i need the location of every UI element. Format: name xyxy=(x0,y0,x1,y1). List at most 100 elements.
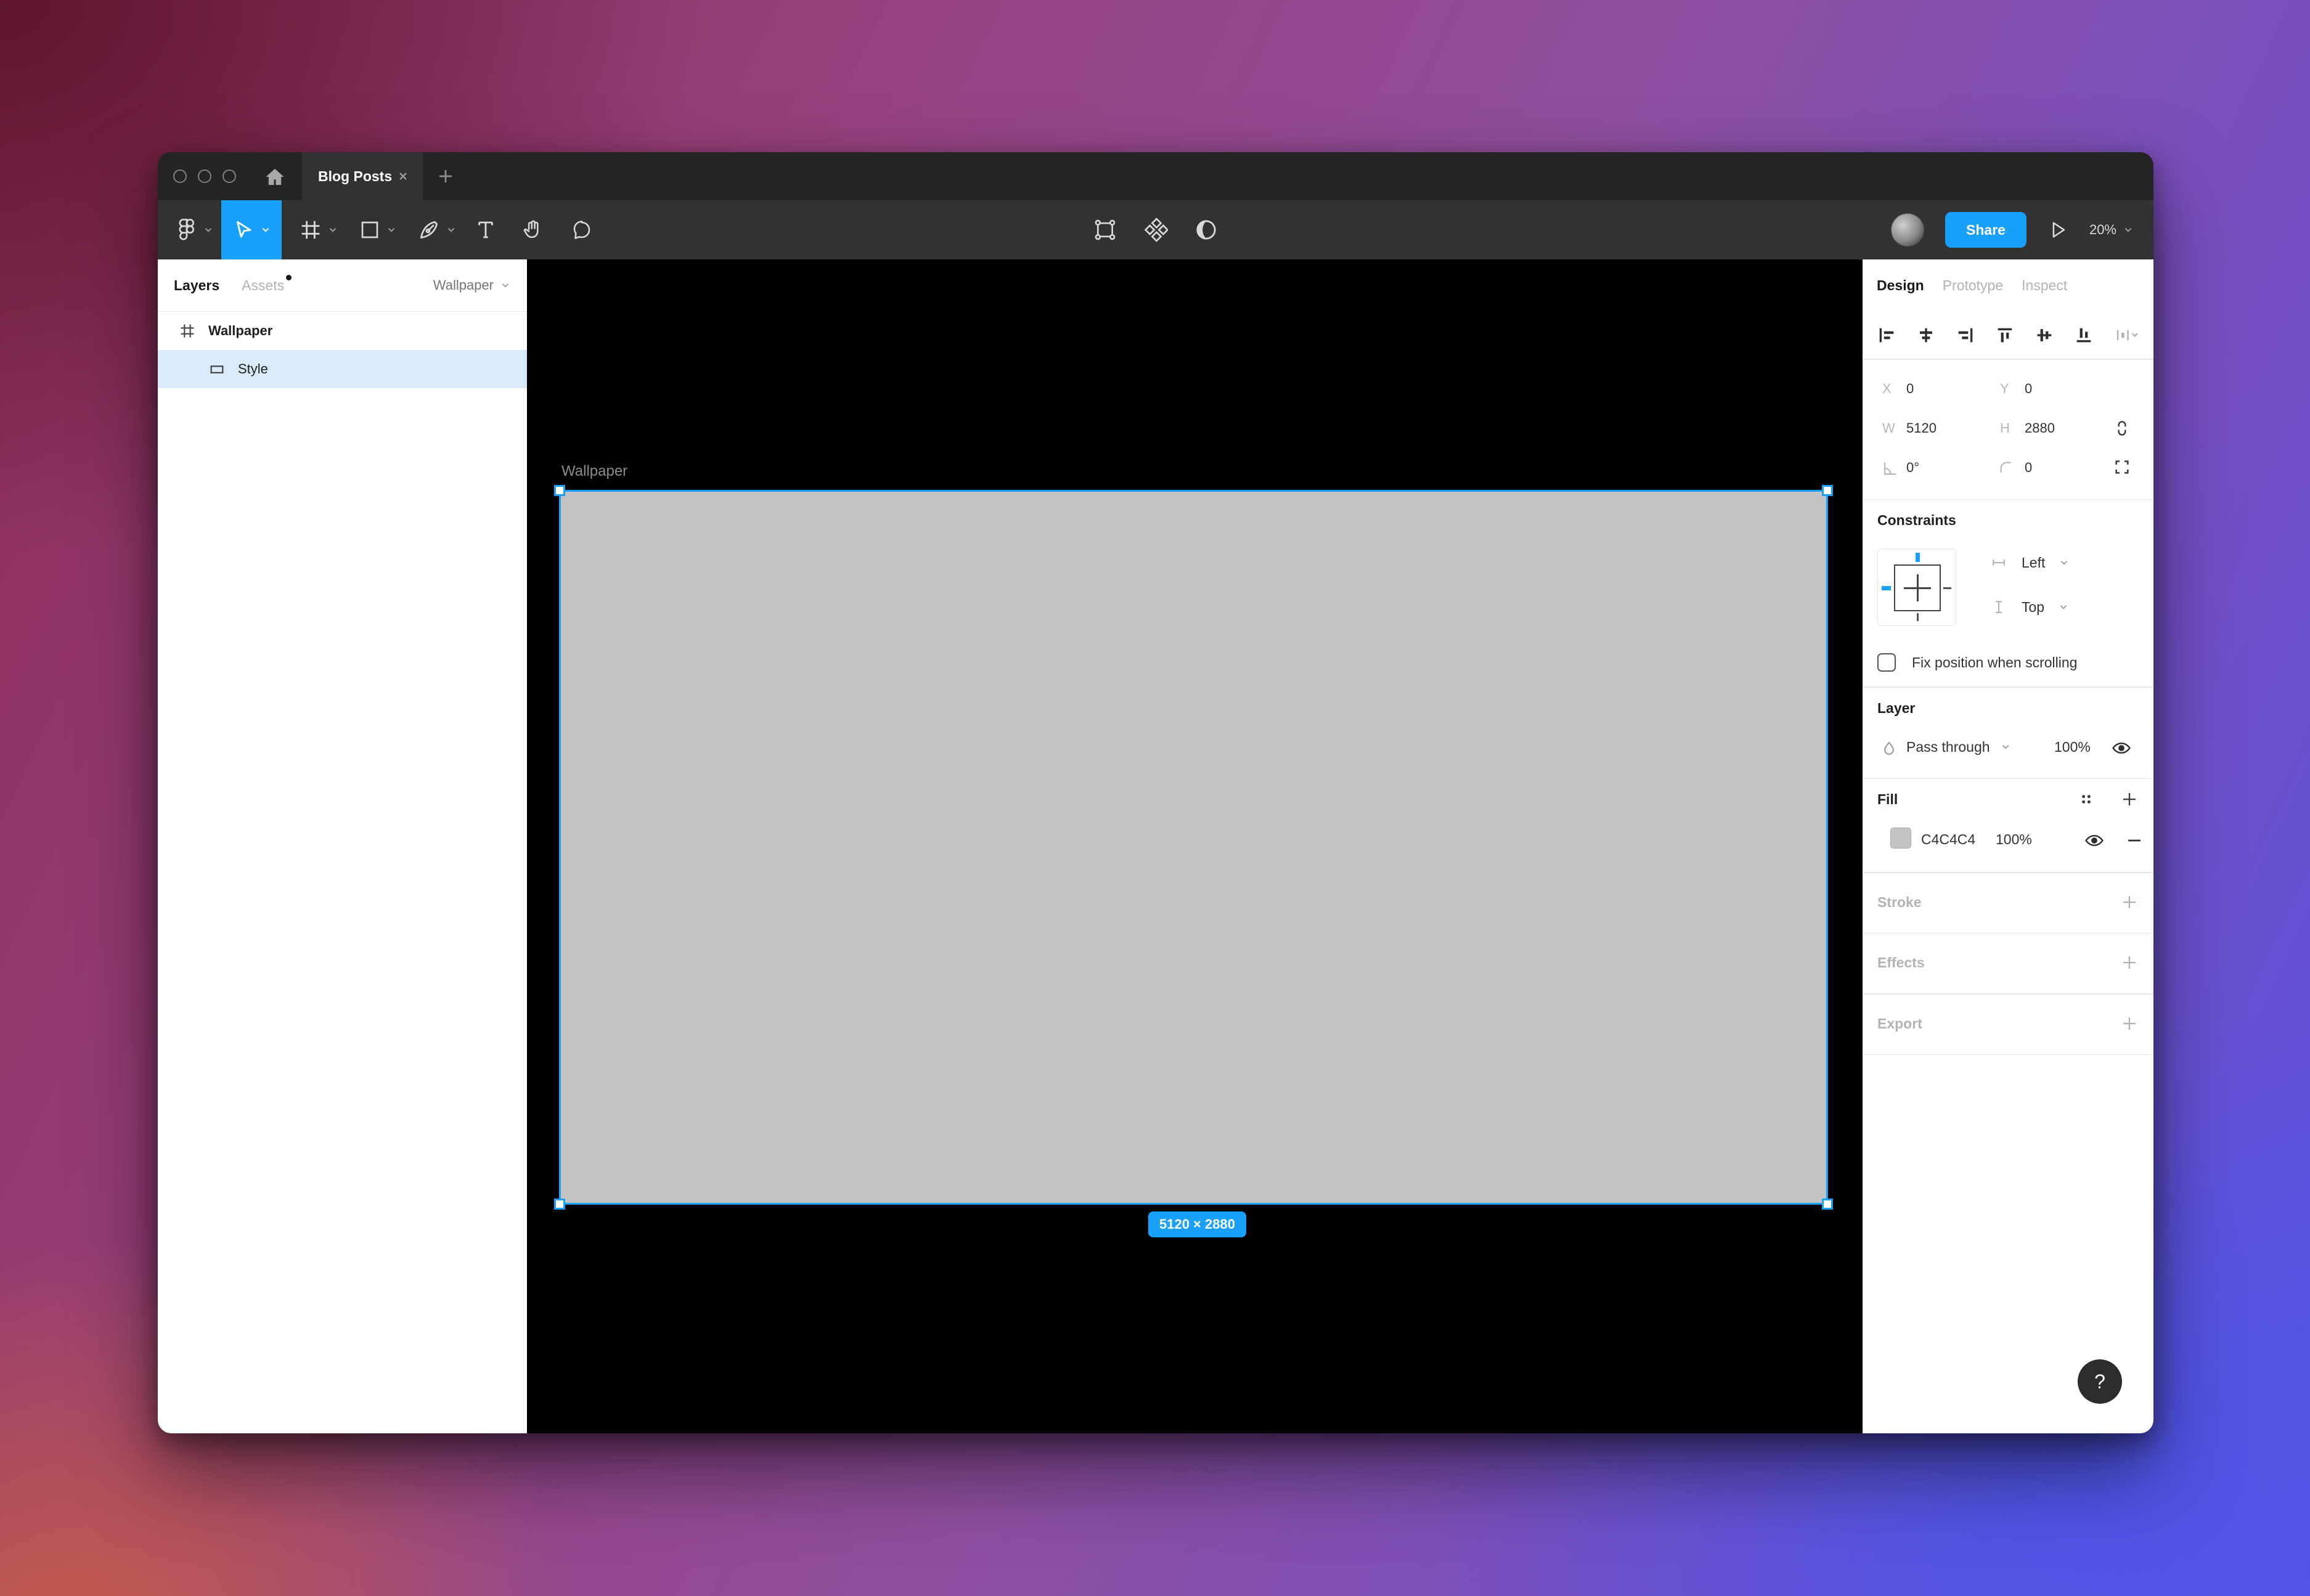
constraints-widget[interactable] xyxy=(1877,548,1956,626)
layer-opacity-input[interactable]: 100% xyxy=(2054,739,2091,755)
tab-prototype[interactable]: Prototype xyxy=(1943,277,2003,294)
blend-mode-icon[interactable] xyxy=(1880,739,1898,759)
layers-panel-header: Layers Assets Wallpaper xyxy=(158,259,527,312)
layer-row-wallpaper[interactable]: Wallpaper xyxy=(158,312,527,350)
share-button[interactable]: Share xyxy=(1945,212,2026,248)
file-tab-title: Blog Posts xyxy=(318,168,396,185)
align-horizontal-centers-icon[interactable] xyxy=(1916,325,1937,346)
help-button[interactable]: ? xyxy=(2078,1359,2122,1404)
h-input[interactable]: 2880 xyxy=(2025,420,2055,436)
selection-handle-top-right[interactable] xyxy=(1822,485,1833,496)
frame-name-label[interactable]: Wallpaper xyxy=(561,463,627,480)
chevron-down-icon xyxy=(260,224,271,235)
selected-frame[interactable] xyxy=(561,492,1826,1203)
corner-radius-input[interactable]: 0 xyxy=(2025,460,2032,476)
stroke-title: Stroke xyxy=(1877,894,1922,911)
zoom-window-button[interactable] xyxy=(222,169,236,183)
add-fill-icon[interactable] xyxy=(2120,790,2139,808)
align-vertical-centers-icon[interactable] xyxy=(2034,325,2055,346)
export-section: Export xyxy=(1863,995,2153,1054)
fix-position-checkbox[interactable] xyxy=(1877,653,1896,672)
edit-object-icon[interactable] xyxy=(1093,218,1117,242)
figma-logo-icon xyxy=(176,218,198,242)
w-input[interactable]: 5120 xyxy=(1906,420,1937,436)
w-label: W xyxy=(1882,420,1895,436)
zoom-level-dropdown[interactable]: 20% xyxy=(2089,222,2134,238)
constraint-left-tick[interactable] xyxy=(1882,586,1891,590)
chevron-down-icon xyxy=(500,280,511,291)
use-as-mask-icon[interactable] xyxy=(1194,218,1218,242)
horizontal-constraint-dropdown[interactable]: Left xyxy=(1990,553,2070,572)
stroke-section: Stroke xyxy=(1863,873,2153,933)
independent-corners-icon[interactable] xyxy=(2112,457,2132,477)
create-component-icon[interactable] xyxy=(1143,218,1168,242)
corner-radius-icon xyxy=(1997,458,2017,478)
figma-main-menu-button[interactable] xyxy=(166,200,223,259)
text-tool-button[interactable] xyxy=(466,200,505,259)
tab-inspect[interactable]: Inspect xyxy=(2022,277,2067,294)
constrain-proportions-icon[interactable] xyxy=(2112,418,2132,439)
tidy-up-dropdown-icon[interactable] xyxy=(2113,325,2140,346)
frame-tool-icon xyxy=(299,218,322,242)
blend-mode-dropdown[interactable]: Pass through xyxy=(1906,739,2011,755)
fill-styles-icon[interactable] xyxy=(2077,790,2096,808)
y-input[interactable]: 0 xyxy=(2025,381,2032,397)
fill-visibility-eye-icon[interactable] xyxy=(2084,830,2105,851)
file-tab[interactable]: Blog Posts xyxy=(302,152,423,200)
frame-tool-button[interactable] xyxy=(291,200,346,259)
canvas[interactable]: Wallpaper 5120 × 2880 xyxy=(527,259,1863,1433)
constraint-right-tick[interactable] xyxy=(1943,587,1951,589)
align-top-icon[interactable] xyxy=(1994,325,2015,346)
rotation-angle-icon xyxy=(1880,458,1900,478)
wh-row: W 5120 H 2880 xyxy=(1863,409,2153,449)
inspector-tabs: Design Prototype Inspect xyxy=(1863,259,2153,312)
minimize-window-button[interactable] xyxy=(198,169,211,183)
zoom-level-value: 20% xyxy=(2089,222,2116,238)
selection-handle-bottom-right[interactable] xyxy=(1822,1199,1833,1210)
chevron-down-icon xyxy=(2058,601,2069,613)
add-export-icon[interactable] xyxy=(2120,1014,2139,1033)
vertical-constraint-dropdown[interactable]: Top xyxy=(1990,598,2070,616)
tab-layers[interactable]: Layers xyxy=(174,277,219,294)
hand-tool-button[interactable] xyxy=(514,200,553,259)
tab-assets[interactable]: Assets xyxy=(242,277,284,294)
constraints-title: Constraints xyxy=(1877,512,2139,529)
inspector-panel: Design Prototype Inspect xyxy=(1863,259,2153,1433)
align-left-icon[interactable] xyxy=(1876,325,1897,346)
remove-fill-minus-icon[interactable] xyxy=(2124,830,2145,851)
tab-design[interactable]: Design xyxy=(1877,277,1924,294)
move-tool-button[interactable] xyxy=(221,200,282,259)
chevron-down-icon xyxy=(446,224,457,235)
selection-handle-bottom-left[interactable] xyxy=(554,1199,565,1210)
user-avatar[interactable] xyxy=(1891,213,1924,246)
comment-tool-button[interactable] xyxy=(562,200,602,259)
align-right-icon[interactable] xyxy=(1955,325,1976,346)
align-bottom-icon[interactable] xyxy=(2073,325,2094,346)
selection-handle-top-left[interactable] xyxy=(554,485,565,496)
xy-row: X 0 Y 0 xyxy=(1863,370,2153,409)
rectangle-layer-icon xyxy=(208,360,226,378)
add-stroke-icon[interactable] xyxy=(2120,893,2139,911)
fill-color-swatch[interactable] xyxy=(1890,828,1911,849)
divider xyxy=(1863,1054,2153,1056)
fill-opacity-input[interactable]: 100% xyxy=(1996,831,2032,848)
horizontal-constraint-value: Left xyxy=(2022,555,2045,571)
constraint-bottom-tick[interactable] xyxy=(1917,613,1919,621)
page-selector-dropdown[interactable]: Wallpaper xyxy=(433,277,511,293)
add-effect-icon[interactable] xyxy=(2120,953,2139,972)
new-tab-icon[interactable] xyxy=(436,167,455,185)
home-icon[interactable] xyxy=(264,167,286,187)
close-tab-icon[interactable] xyxy=(396,169,410,184)
layer-visibility-eye-icon[interactable] xyxy=(2111,738,2132,759)
fill-hex-input[interactable]: C4C4C4 xyxy=(1921,831,1975,848)
present-play-icon[interactable] xyxy=(2047,219,2068,240)
pen-tool-button[interactable] xyxy=(409,200,465,259)
x-input[interactable]: 0 xyxy=(1906,381,1914,397)
constraint-top-tick[interactable] xyxy=(1916,553,1920,562)
blend-mode-row: Pass through 100% xyxy=(1877,730,2139,767)
layer-row-style[interactable]: Style xyxy=(158,350,527,388)
rotation-input[interactable]: 0° xyxy=(1906,460,1919,476)
close-window-button[interactable] xyxy=(173,169,187,183)
shape-tool-button[interactable] xyxy=(350,200,406,259)
fill-section: Fill C4C4C4 100% xyxy=(1863,779,2153,872)
